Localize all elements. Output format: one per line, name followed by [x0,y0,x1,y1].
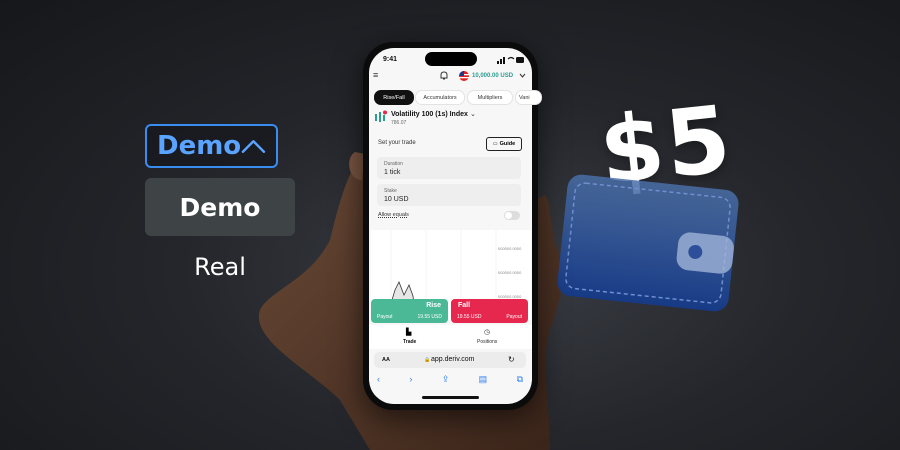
balance-display[interactable]: 10,000.00 USD [472,73,513,79]
tab-multipliers[interactable]: Multipliers [467,90,513,105]
back-icon[interactable]: ‹ [377,374,380,384]
status-time: 9:41 [383,56,398,63]
tab-vanillas[interactable]: Vani [515,90,542,105]
market-icon [375,110,387,122]
rise-payout-label: Payout [377,314,393,320]
guide-button[interactable]: ▭ Guide [486,137,522,151]
fall-payout-value: 19.55 USD [457,314,482,320]
dynamic-island [425,52,477,66]
lock-icon: 🔒 [424,357,431,363]
rise-label: Rise [426,302,441,309]
wallet-icon [557,174,739,312]
us-flag-icon [459,71,469,81]
fall-button[interactable]: Fall 19.55 USD Payout [451,299,528,323]
chevron-down-icon[interactable] [519,73,526,79]
clock-icon[interactable]: ◷ [484,328,490,336]
option-label: Real [194,253,246,281]
guide-label: Guide [499,141,516,147]
status-icons [497,56,524,64]
fall-label: Fall [458,302,471,309]
home-indicator [422,396,479,399]
bottom-nav [369,325,532,349]
share-icon[interactable]: ⇪ [442,374,450,385]
duration-label: Duration [384,161,403,167]
menu-icon[interactable]: ≡ [373,70,378,80]
nav-trade[interactable]: Trade [403,339,416,345]
reader-aa-button[interactable]: AA [382,357,390,363]
chart-tick: 000000.0000 [498,246,522,251]
market-name[interactable]: Volatility 100 (1s) Index [391,111,468,118]
stake-field[interactable]: Stake 10 USD [377,184,521,206]
reload-icon[interactable]: ↻ [508,355,515,364]
url-text[interactable]: app.deriv.com [431,356,474,363]
selected-account-label: Demo [157,131,242,161]
market-price: 786.07 [391,120,407,126]
browser-toolbar: ‹ › ⇪ ▤ ⧉ [377,372,523,386]
market-chevron-icon[interactable]: ⌄ [470,110,476,118]
tabs-icon[interactable]: ⧉ [517,374,523,385]
rise-button[interactable]: Rise Payout 19.55 USD [371,299,448,323]
trade-icon[interactable]: ▙ [406,328,411,336]
duration-field[interactable]: Duration 1 tick [377,157,521,179]
chart-tick: 000000.0000 [498,270,522,275]
stake-value: 10 USD [384,196,409,203]
nav-positions[interactable]: Positions [477,339,497,345]
forward-icon[interactable]: › [409,374,412,384]
bookmarks-icon[interactable]: ▤ [479,374,488,385]
allow-equals-toggle[interactable] [504,211,520,220]
duration-value: 1 tick [384,169,401,176]
fall-payout-label: Payout [506,314,522,320]
guide-icon: ▭ [492,141,498,147]
set-trade-label: Set your trade [378,140,416,146]
tab-accumulators[interactable]: Accumulators [415,90,465,105]
tab-rise-fall[interactable]: Rise/Fall [374,90,414,105]
stake-label: Stake [384,188,397,194]
allow-equals-label: Allow equals [378,212,409,218]
option-label: Demo [179,192,261,222]
rise-payout-value: 19.55 USD [417,314,442,320]
bell-icon[interactable] [439,71,449,81]
